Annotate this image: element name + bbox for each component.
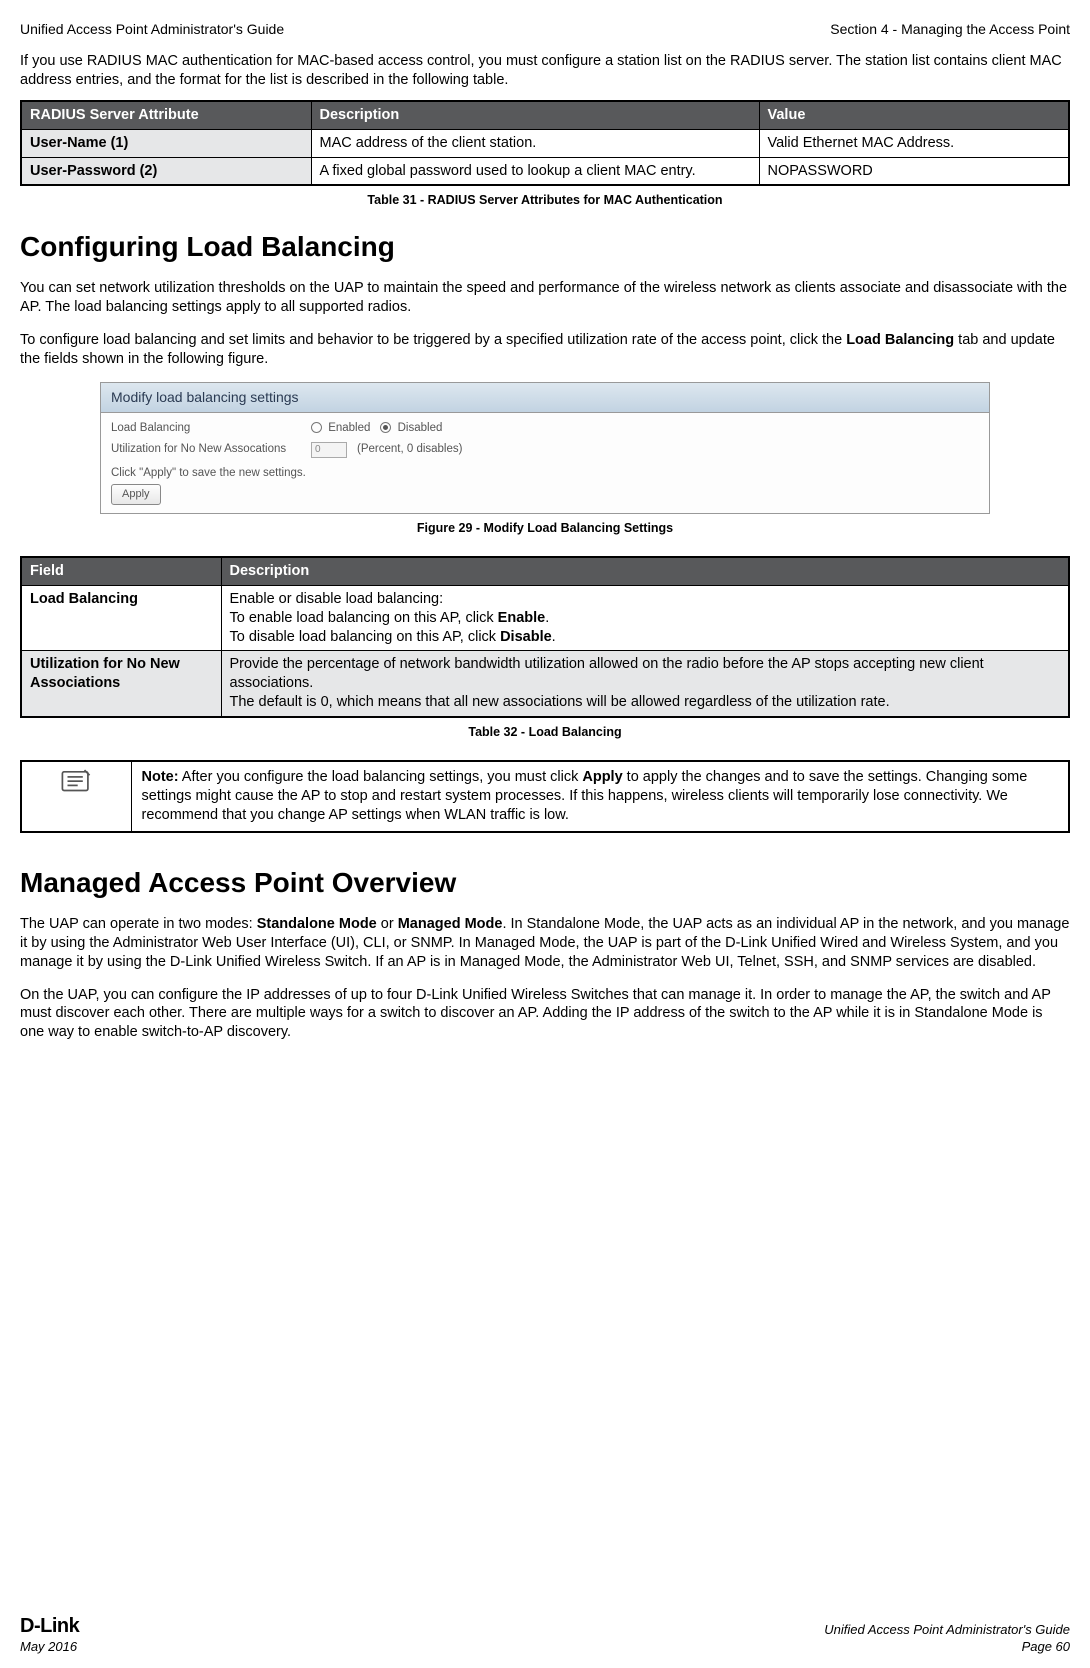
radio-icon xyxy=(311,422,322,433)
header-left: Unified Access Point Administrator's Gui… xyxy=(20,20,284,38)
text: To enable load balancing on this AP, cli… xyxy=(230,610,498,626)
cell-description: Enable or disable load balancing: To ena… xyxy=(221,585,1069,651)
note-box: Note: After you configure the load balan… xyxy=(20,760,1070,833)
fig-label: Utilization for No New Assocations xyxy=(111,442,301,457)
radio-icon xyxy=(380,422,391,433)
cell-description: Provide the percentage of network bandwi… xyxy=(221,651,1069,717)
bold-text: Load Balancing xyxy=(846,332,954,348)
footer-guide-title: Unified Access Point Administrator's Gui… xyxy=(824,1622,1070,1639)
footer-right: Unified Access Point Administrator's Gui… xyxy=(824,1622,1070,1656)
cell-field: Utilization for No New Associations xyxy=(21,651,221,717)
fig-hint: Click "Apply" to save the new settings. xyxy=(111,466,979,481)
footer-left: D-Link May 2016 xyxy=(20,1613,79,1656)
figure29-title: Modify load balancing settings xyxy=(101,383,989,412)
fig-label: Load Balancing xyxy=(111,421,301,436)
text: Enable or disable load balancing: xyxy=(230,591,444,607)
table-row: Utilization for No New Associations Prov… xyxy=(21,651,1069,717)
paragraph: The UAP can operate in two modes: Standa… xyxy=(20,915,1070,972)
header-right: Section 4 - Managing the Access Point xyxy=(830,20,1070,38)
th-description: Description xyxy=(311,101,759,129)
text: The UAP can operate in two modes: xyxy=(20,916,257,932)
text: To disable load balancing on this AP, cl… xyxy=(230,629,501,645)
apply-button[interactable]: Apply xyxy=(111,484,161,504)
bold-text: Note: xyxy=(142,769,179,785)
page-header: Unified Access Point Administrator's Gui… xyxy=(20,20,1070,38)
radio-label: Disabled xyxy=(398,422,443,434)
text: . xyxy=(545,610,549,626)
fig-row-utilization: Utilization for No New Assocations 0 (Pe… xyxy=(111,442,979,458)
text: The default is 0, which means that all n… xyxy=(230,694,890,710)
cell-field: Load Balancing xyxy=(21,585,221,651)
figure29-caption: Figure 29 - Modify Load Balancing Settin… xyxy=(20,520,1070,536)
text: After you configure the load balancing s… xyxy=(179,769,583,785)
dlink-logo: D-Link xyxy=(20,1613,79,1639)
bold-text: Disable xyxy=(500,629,552,645)
text: Provide the percentage of network bandwi… xyxy=(230,656,984,691)
paragraph: On the UAP, you can configure the IP add… xyxy=(20,986,1070,1043)
text: . xyxy=(552,629,556,645)
radio-disabled-wrap[interactable]: Disabled xyxy=(380,421,442,436)
note-text: Note: After you configure the load balan… xyxy=(131,761,1069,832)
figure29-panel: Modify load balancing settings Load Bala… xyxy=(100,382,990,513)
footer-page-number: Page 60 xyxy=(824,1639,1070,1656)
th-value: Value xyxy=(759,101,1069,129)
bold-text: Standalone Mode xyxy=(257,916,377,932)
heading-managed-ap-overview: Managed Access Point Overview xyxy=(20,865,1070,901)
bold-text: Managed Mode xyxy=(398,916,503,932)
cell: Valid Ethernet MAC Address. xyxy=(759,129,1069,157)
figure29-wrapper: Modify load balancing settings Load Bala… xyxy=(20,382,1070,513)
radio-label: Enabled xyxy=(328,422,370,434)
table-row: Load Balancing Enable or disable load ba… xyxy=(21,585,1069,651)
th-description: Description xyxy=(221,557,1069,585)
table31-caption: Table 31 - RADIUS Server Attributes for … xyxy=(20,192,1070,208)
note-icon xyxy=(59,768,93,796)
fig-suffix: (Percent, 0 disables) xyxy=(357,442,462,457)
cell: NOPASSWORD xyxy=(759,157,1069,185)
intro-paragraph: If you use RADIUS MAC authentication for… xyxy=(20,52,1070,90)
fig-row-load-balancing: Load Balancing Enabled Disabled xyxy=(111,421,979,436)
table32-caption: Table 32 - Load Balancing xyxy=(20,724,1070,740)
figure29-body: Load Balancing Enabled Disabled Utilizat… xyxy=(101,413,989,513)
page-footer: D-Link May 2016 Unified Access Point Adm… xyxy=(20,1613,1070,1656)
text: or xyxy=(377,916,398,932)
table-row: User-Password (2) A fixed global passwor… xyxy=(21,157,1069,185)
cell: A fixed global password used to lookup a… xyxy=(311,157,759,185)
footer-date: May 2016 xyxy=(20,1639,79,1656)
note-icon-cell xyxy=(21,761,131,832)
th-field: Field xyxy=(21,557,221,585)
table-header-row: Field Description xyxy=(21,557,1069,585)
paragraph: To configure load balancing and set limi… xyxy=(20,331,1070,369)
table-radius-attributes: RADIUS Server Attribute Description Valu… xyxy=(20,100,1070,187)
text: To configure load balancing and set limi… xyxy=(20,332,846,348)
cell: User-Password (2) xyxy=(21,157,311,185)
bold-text: Enable xyxy=(498,610,546,626)
table-row: User-Name (1) MAC address of the client … xyxy=(21,129,1069,157)
cell: MAC address of the client station. xyxy=(311,129,759,157)
th-attribute: RADIUS Server Attribute xyxy=(21,101,311,129)
heading-configuring-load-balancing: Configuring Load Balancing xyxy=(20,229,1070,265)
utilization-input[interactable]: 0 xyxy=(311,442,347,458)
cell: User-Name (1) xyxy=(21,129,311,157)
bold-text: Apply xyxy=(582,769,622,785)
paragraph: You can set network utilization threshol… xyxy=(20,279,1070,317)
table-header-row: RADIUS Server Attribute Description Valu… xyxy=(21,101,1069,129)
table-load-balancing: Field Description Load Balancing Enable … xyxy=(20,556,1070,718)
radio-enabled-wrap[interactable]: Enabled xyxy=(311,421,370,436)
